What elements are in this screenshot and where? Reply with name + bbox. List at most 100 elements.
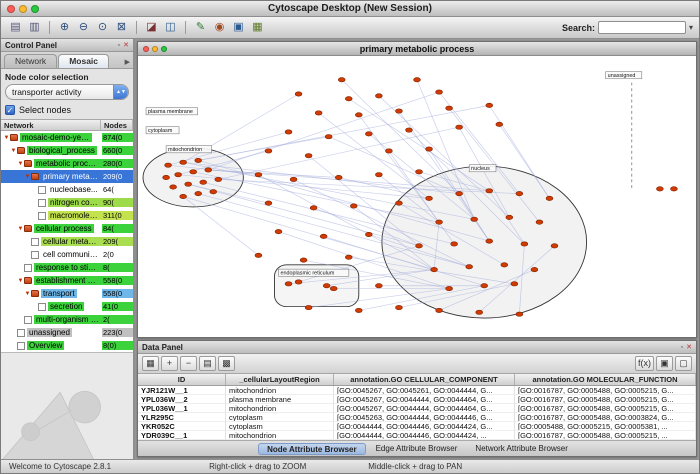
expand-arrow-icon[interactable]: ▼ <box>10 148 17 154</box>
network-node[interactable] <box>180 194 187 198</box>
network-node[interactable] <box>501 263 508 267</box>
edit-attribute-icon[interactable]: ▤ <box>199 356 216 371</box>
data-panel-close-icon[interactable]: ✕ <box>686 343 692 351</box>
tree-item-primary-metab[interactable]: ▼primary metab...209(0 <box>1 170 133 183</box>
expand-arrow-icon[interactable]: ▼ <box>24 291 31 297</box>
tab-overflow-icon[interactable]: ▶ <box>125 58 130 68</box>
column-header-annotation-go-molecular-function[interactable]: annotation.GO MOLECULAR_FUNCTION <box>515 374 696 385</box>
network-node[interactable] <box>385 149 392 153</box>
hide-selected-icon[interactable]: ◪ <box>143 20 160 36</box>
network-node[interactable] <box>285 130 292 134</box>
network-node[interactable] <box>295 92 302 96</box>
network-edge[interactable] <box>349 99 490 191</box>
network-node[interactable] <box>365 132 372 136</box>
zoom-selected-icon[interactable]: ⊙ <box>94 20 111 36</box>
frame-close-icon[interactable] <box>143 46 149 52</box>
frame-minimize-icon[interactable] <box>152 46 158 52</box>
network-node[interactable] <box>163 175 170 179</box>
network-node[interactable] <box>436 308 443 312</box>
open-session-icon[interactable]: ▤ <box>7 20 24 36</box>
column-header-cellularlayoutregion[interactable]: _cellularLayoutRegion <box>226 374 334 385</box>
network-node[interactable] <box>350 204 357 208</box>
tree-network-column-header[interactable]: Network <box>1 120 101 130</box>
network-node[interactable] <box>546 196 553 200</box>
network-node[interactable] <box>416 244 423 248</box>
column-header-annotation-go-cellular-component[interactable]: annotation.GO CELLULAR_COMPONENT <box>334 374 515 385</box>
vizmapper-icon[interactable]: ▣ <box>230 20 247 36</box>
network-node[interactable] <box>414 78 421 82</box>
tree-item-overview[interactable]: Overview8(0) <box>1 339 133 352</box>
expand-arrow-icon[interactable]: ▼ <box>3 135 10 141</box>
tree-item-secretion[interactable]: secretion41(0 <box>1 300 133 313</box>
tree-item-biological-process[interactable]: ▼biological_process660(0 <box>1 144 133 157</box>
data-panel-float-icon[interactable]: ▫ <box>681 344 683 351</box>
expand-arrow-icon[interactable]: ▼ <box>17 226 24 232</box>
annotation-icon[interactable]: ✎ <box>192 20 209 36</box>
import-attributes-icon[interactable]: ▣ <box>656 356 673 371</box>
network-node[interactable] <box>310 206 317 210</box>
zoom-out-icon[interactable]: ⊖ <box>75 20 92 36</box>
network-node[interactable] <box>516 312 523 316</box>
delete-attribute-icon[interactable]: − <box>180 356 197 371</box>
network-node[interactable] <box>180 160 187 164</box>
network-node[interactable] <box>496 122 503 126</box>
network-node[interactable] <box>345 97 352 101</box>
network-node[interactable] <box>315 111 322 115</box>
tree-item-mosaic-demo-yeast[interactable]: ▼mosaic-demo-yeast874(0 <box>1 131 133 144</box>
table-row[interactable]: YPL036W__1mitochondrion[GO:0045267, GO:0… <box>138 404 696 413</box>
network-frame-titlebar[interactable]: primary metabolic process <box>138 42 696 56</box>
frame-zoom-icon[interactable] <box>161 46 167 52</box>
zoom-window-icon[interactable] <box>31 5 39 13</box>
first-neighbors-icon[interactable]: ◉ <box>211 20 228 36</box>
network-node[interactable] <box>365 232 372 236</box>
network-node[interactable] <box>396 201 403 205</box>
tree-nodes-column-header[interactable]: Nodes <box>101 120 133 130</box>
new-attribute-icon[interactable]: + <box>161 356 178 371</box>
new-network-from-selection-icon[interactable]: ◫ <box>162 20 179 36</box>
network-node[interactable] <box>436 220 443 224</box>
network-node[interactable] <box>375 172 382 176</box>
network-node[interactable] <box>190 170 197 174</box>
network-node[interactable] <box>446 106 453 110</box>
network-node[interactable] <box>456 125 463 129</box>
network-node[interactable] <box>265 201 272 205</box>
network-node[interactable] <box>330 286 337 290</box>
save-session-icon[interactable]: ▥ <box>26 20 43 36</box>
network-node[interactable] <box>471 217 478 221</box>
tree-item-macromolecule[interactable]: macromolecule...311(0 <box>1 209 133 222</box>
tree-item-multi-organism-pro[interactable]: multi-organism pro...2( <box>1 313 133 326</box>
tree-item-cell-communicat[interactable]: cell communicat...2(0 <box>1 248 133 261</box>
network-node[interactable] <box>506 215 513 219</box>
network-node[interactable] <box>255 172 262 176</box>
network-node[interactable] <box>396 305 403 309</box>
expand-arrow-icon[interactable]: ▼ <box>17 161 24 167</box>
network-node[interactable] <box>295 280 302 284</box>
network-node[interactable] <box>195 158 202 162</box>
tree-item-metabolic-process[interactable]: ▼metabolic process280(0 <box>1 157 133 170</box>
network-node[interactable] <box>466 265 473 269</box>
network-node[interactable] <box>521 242 528 246</box>
table-row[interactable]: YJR121W__1mitochondrion[GO:0045267, GO:0… <box>138 386 696 395</box>
tree-item-cellular-metabo[interactable]: cellular metabo...209( <box>1 235 133 248</box>
network-node[interactable] <box>345 255 352 259</box>
network-node[interactable] <box>536 220 543 224</box>
network-node[interactable] <box>446 286 453 290</box>
network-node[interactable] <box>195 191 202 195</box>
network-node[interactable] <box>436 90 443 94</box>
fit-content-icon[interactable]: ⊠ <box>113 20 130 36</box>
table-row[interactable]: YKR052Ccytoplasm[GO:0044444, GO:0044446,… <box>138 422 696 431</box>
tree-item-establishment-of-lo[interactable]: ▼establishment of lo...558(0 <box>1 274 133 287</box>
network-node[interactable] <box>320 234 327 238</box>
network-node[interactable] <box>551 244 558 248</box>
network-node[interactable] <box>255 253 262 257</box>
select-attributes-icon[interactable]: ▦ <box>142 356 159 371</box>
tab-edge-attribute-browser[interactable]: Edge Attribute Browser <box>368 443 466 455</box>
network-node[interactable] <box>511 282 518 286</box>
network-node[interactable] <box>215 177 222 181</box>
network-node[interactable] <box>656 187 663 191</box>
network-node[interactable] <box>375 94 382 98</box>
network-node[interactable] <box>210 190 217 194</box>
network-node[interactable] <box>531 267 538 271</box>
network-node[interactable] <box>323 284 330 288</box>
network-node[interactable] <box>486 189 493 193</box>
